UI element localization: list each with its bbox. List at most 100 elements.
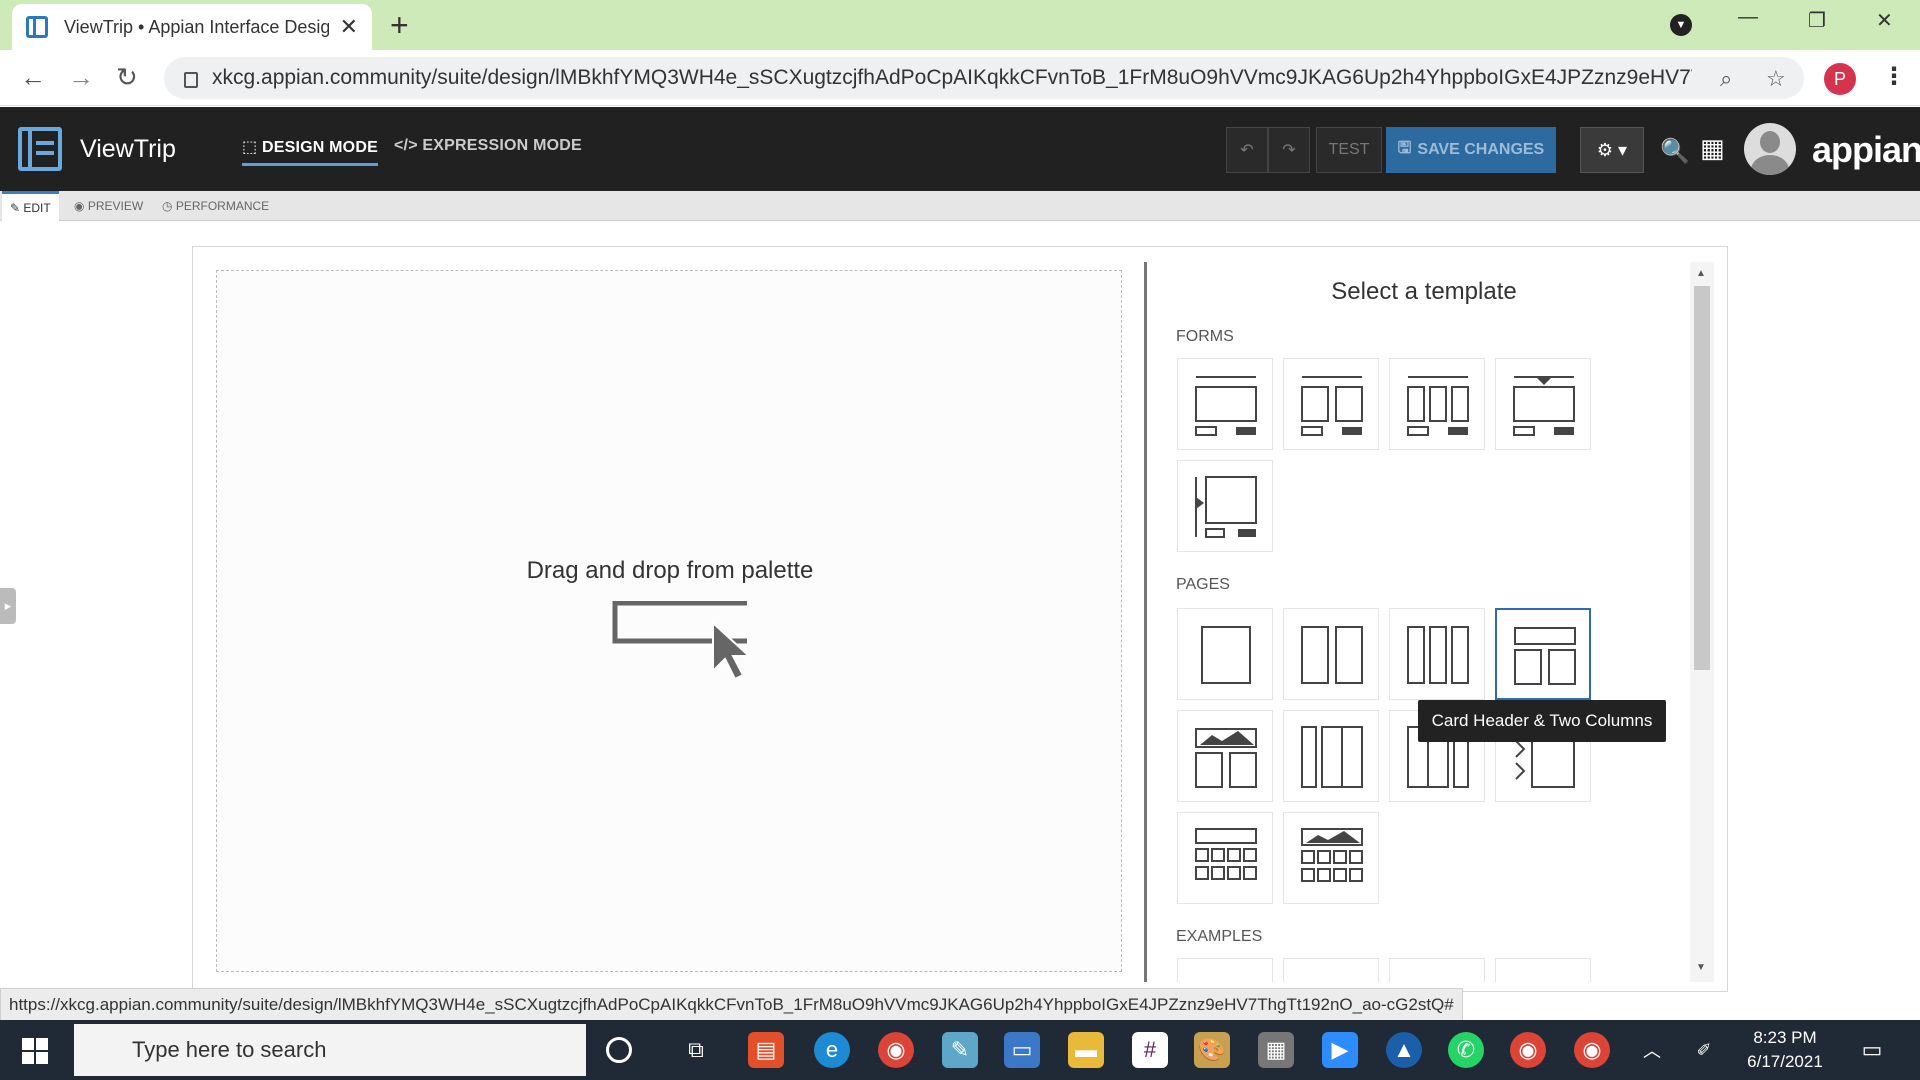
url-field[interactable]: xkcg.appian.community/suite/design/lMBkh…	[164, 57, 1804, 99]
template-example-1[interactable]	[1177, 958, 1273, 982]
close-window-icon[interactable]: ✕	[1876, 8, 1893, 33]
design-mode-tab[interactable]: ⬚ DESIGN MODE	[242, 137, 378, 166]
template-panel-scrollbar[interactable]: ▲ ▼	[1690, 262, 1714, 982]
taskbar-clock[interactable]: 8:23 PM 6/17/2021	[1730, 1026, 1840, 1074]
save-icon: 🖫	[1397, 139, 1412, 157]
tab-search-icon[interactable]: ▼	[1670, 14, 1692, 36]
pages-section-label: PAGES	[1176, 576, 1230, 593]
template-page-three-columns[interactable]	[1389, 608, 1485, 700]
file-explorer-icon[interactable]: ▬	[1068, 1032, 1104, 1068]
pen-icon[interactable]: ✐	[1686, 1032, 1722, 1068]
browser-tab[interactable]: ViewTrip • Appian Interface Desig ✕	[12, 4, 372, 50]
design-mode-icon: ⬚	[242, 139, 262, 156]
task-view-icon[interactable]: ⧉	[678, 1032, 714, 1068]
clock-icon: ◷	[162, 199, 176, 213]
template-page-grid[interactable]	[1177, 812, 1273, 904]
minimize-icon[interactable]: —	[1738, 6, 1758, 29]
tab-title: ViewTrip • Appian Interface Desig	[64, 16, 329, 37]
scroll-thumb[interactable]	[1694, 286, 1710, 670]
calculator-icon[interactable]: ▦	[1258, 1032, 1294, 1068]
windows-start-icon[interactable]	[22, 1038, 48, 1064]
appian-logo: appian	[1812, 129, 1920, 170]
slack-icon[interactable]: #	[1132, 1032, 1168, 1068]
page-sidebar-columns-icon	[1301, 726, 1363, 788]
template-tooltip: Card Header & Two Columns	[1418, 700, 1666, 742]
forward-icon[interactable]: →	[68, 62, 94, 93]
zoom-app-icon[interactable]: ▶	[1322, 1032, 1358, 1068]
apps-grid-icon[interactable]: ▦	[1700, 133, 1725, 164]
browser-menu-icon[interactable]: ⋮	[1882, 62, 1906, 91]
expression-mode-tab[interactable]: </> EXPRESSION MODE	[394, 137, 582, 155]
tab-performance[interactable]: ◷ PERFORMANCE	[154, 191, 277, 221]
taskbar-search-input[interactable]: Type here to search	[74, 1024, 586, 1076]
profile-avatar[interactable]: P	[1824, 63, 1856, 95]
undo-button[interactable]: ↶	[1226, 127, 1268, 173]
settings-menu-button[interactable]: ⚙ ▾	[1580, 127, 1644, 173]
code-icon: </>	[394, 137, 423, 154]
address-bar: ← → ↻ xkcg.appian.community/suite/design…	[0, 50, 1920, 106]
save-changes-button[interactable]: 🖫 SAVE CHANGES	[1386, 127, 1556, 173]
new-tab-icon[interactable]: +	[390, 8, 409, 42]
object-search-icon[interactable]: 🔍	[1660, 137, 1690, 166]
template-page-sidebar-columns[interactable]	[1283, 710, 1379, 802]
template-panel: Select a template FORMS PAGES EXAMPLES	[1147, 262, 1691, 982]
paint-icon[interactable]: 🎨	[1194, 1032, 1230, 1068]
redo-button[interactable]: ↷	[1268, 127, 1310, 173]
tab-edit-label: EDIT	[23, 200, 51, 215]
whatsapp-icon[interactable]: ✆	[1448, 1032, 1484, 1068]
template-form-one-column[interactable]	[1177, 358, 1273, 450]
cortana-icon[interactable]	[606, 1037, 632, 1063]
page-image-header-two-columns-icon	[1195, 728, 1257, 788]
tab-preview[interactable]: ◉ PREVIEW	[66, 191, 151, 221]
url-text: xkcg.appian.community/suite/design/lMBkh…	[212, 66, 1692, 89]
template-page-two-columns[interactable]	[1283, 608, 1379, 700]
tab-performance-label: PERFORMANCE	[175, 199, 270, 213]
form-three-columns-icon	[1407, 376, 1469, 436]
tab-preview-label: PREVIEW	[87, 199, 144, 213]
template-form-three-columns[interactable]	[1389, 358, 1485, 450]
close-tab-icon[interactable]: ✕	[340, 14, 358, 40]
scroll-down-icon[interactable]: ▼	[1696, 962, 1706, 973]
template-example-2[interactable]	[1283, 958, 1379, 982]
test-button[interactable]: TEST	[1316, 127, 1382, 173]
template-form-sidebar[interactable]	[1177, 460, 1273, 552]
template-example-3[interactable]	[1389, 958, 1485, 982]
browser-tab-bar: ViewTrip • Appian Interface Desig ✕ + ▼ …	[0, 0, 1920, 50]
back-icon[interactable]: ←	[20, 62, 46, 93]
template-page-image-header-grid[interactable]	[1283, 812, 1379, 904]
zoom-icon[interactable]: ⌕	[1720, 66, 1732, 92]
template-example-4[interactable]	[1495, 958, 1591, 982]
store-icon[interactable]: ▤	[748, 1032, 784, 1068]
chrome-profile-2-icon[interactable]: ◉	[1574, 1032, 1610, 1068]
form-two-columns-icon	[1301, 376, 1363, 436]
page-grid-icon	[1195, 828, 1257, 880]
designer-subtabs: ✎ EDIT ◉ PREVIEW ◷ PERFORMANCE	[0, 191, 1920, 221]
notifications-icon[interactable]: ▭	[1854, 1032, 1890, 1068]
edge-icon[interactable]: e	[814, 1032, 850, 1068]
notepad-icon[interactable]: ✎	[942, 1032, 978, 1068]
template-page-card-header-two-columns[interactable]	[1495, 608, 1591, 700]
form-wizard-icon	[1513, 376, 1575, 436]
bookmark-star-icon[interactable]: ☆	[1766, 66, 1786, 92]
template-page-image-header-two-columns[interactable]	[1177, 710, 1273, 802]
template-form-wizard[interactable]	[1495, 358, 1591, 450]
cloud-app-icon[interactable]: ▲	[1386, 1032, 1422, 1068]
tab-edit[interactable]: ✎ EDIT	[2, 191, 59, 221]
drag-drop-icon	[612, 601, 747, 681]
chrome-profile-icon[interactable]: ◉	[1510, 1032, 1546, 1068]
form-sidebar-icon	[1195, 476, 1257, 538]
form-one-column-icon	[1195, 376, 1257, 436]
scroll-up-icon[interactable]: ▲	[1696, 268, 1706, 279]
paper-icon[interactable]: ▭	[1004, 1032, 1040, 1068]
chrome-icon[interactable]: ◉	[878, 1032, 914, 1068]
template-form-two-columns[interactable]	[1283, 358, 1379, 450]
tray-chevron-icon[interactable]: ︿	[1634, 1032, 1670, 1068]
reload-icon[interactable]: ↻	[116, 62, 138, 93]
save-changes-label: SAVE CHANGES	[1417, 141, 1545, 158]
palette-expand-handle[interactable]: ▸	[0, 588, 16, 624]
template-page-one-column[interactable]	[1177, 608, 1273, 700]
drop-zone[interactable]: Drag and drop from palette	[216, 270, 1122, 972]
forms-section-label: FORMS	[1176, 328, 1234, 345]
user-avatar[interactable]	[1744, 123, 1796, 175]
restore-icon[interactable]: ❐	[1808, 8, 1826, 33]
